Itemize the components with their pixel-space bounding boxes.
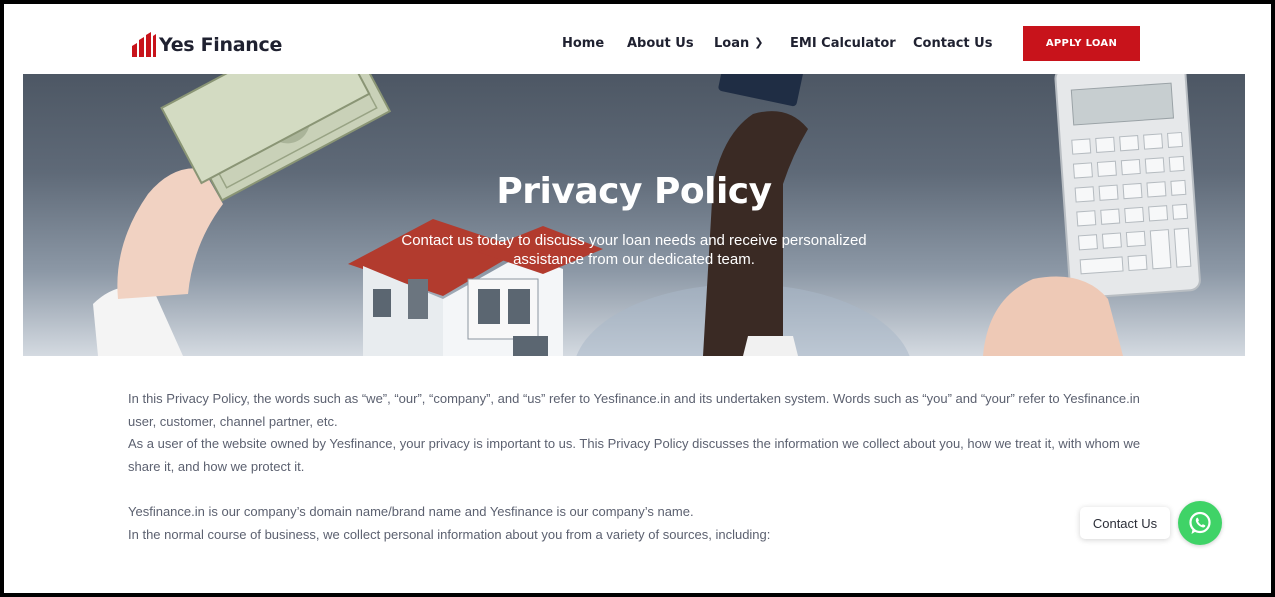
policy-paragraph: In the normal course of business, we col… — [128, 526, 771, 542]
policy-paragraph: Yesfinance.in is our company’s domain na… — [128, 504, 694, 519]
hero-subtitle: Contact us today to discuss your loan ne… — [401, 232, 867, 268]
nav-loan-label: Loan — [714, 36, 750, 51]
whatsapp-icon — [1189, 511, 1211, 534]
apply-loan-button[interactable]: APPLY LOAN — [1023, 26, 1140, 61]
nav-contact-us[interactable]: Contact Us — [913, 36, 992, 51]
hero-banner: Privacy Policy Contact us today to discu… — [23, 74, 1245, 356]
site-header: Yes Finance Home About Us Loan ❯ EMI Calc… — [4, 4, 1271, 74]
nav-about-us[interactable]: About Us — [627, 36, 694, 51]
brand-logo[interactable]: Yes Finance — [130, 30, 282, 60]
logo-bars-icon — [132, 32, 156, 57]
brand-name: Yes Finance — [159, 34, 283, 56]
browser-viewport: Yes Finance Home About Us Loan ❯ EMI Calc… — [4, 4, 1271, 593]
nav-emi-calculator[interactable]: EMI Calculator — [790, 36, 896, 51]
policy-paragraph: As a user of the website owned by Yesfin… — [128, 436, 1141, 474]
policy-paragraph: In this Privacy Policy, the words such a… — [128, 391, 1140, 429]
hero-background-image — [93, 74, 1201, 356]
page-title: Privacy Policy — [496, 171, 772, 212]
chevron-down-icon: ❯ — [754, 36, 764, 49]
floating-contact-label[interactable]: Contact Us — [1080, 507, 1170, 539]
policy-content: In this Privacy Policy, the words such a… — [128, 388, 1158, 546]
nav-home[interactable]: Home — [562, 36, 604, 51]
nav-loan[interactable]: Loan ❯ — [714, 36, 763, 51]
whatsapp-button[interactable] — [1178, 501, 1222, 545]
